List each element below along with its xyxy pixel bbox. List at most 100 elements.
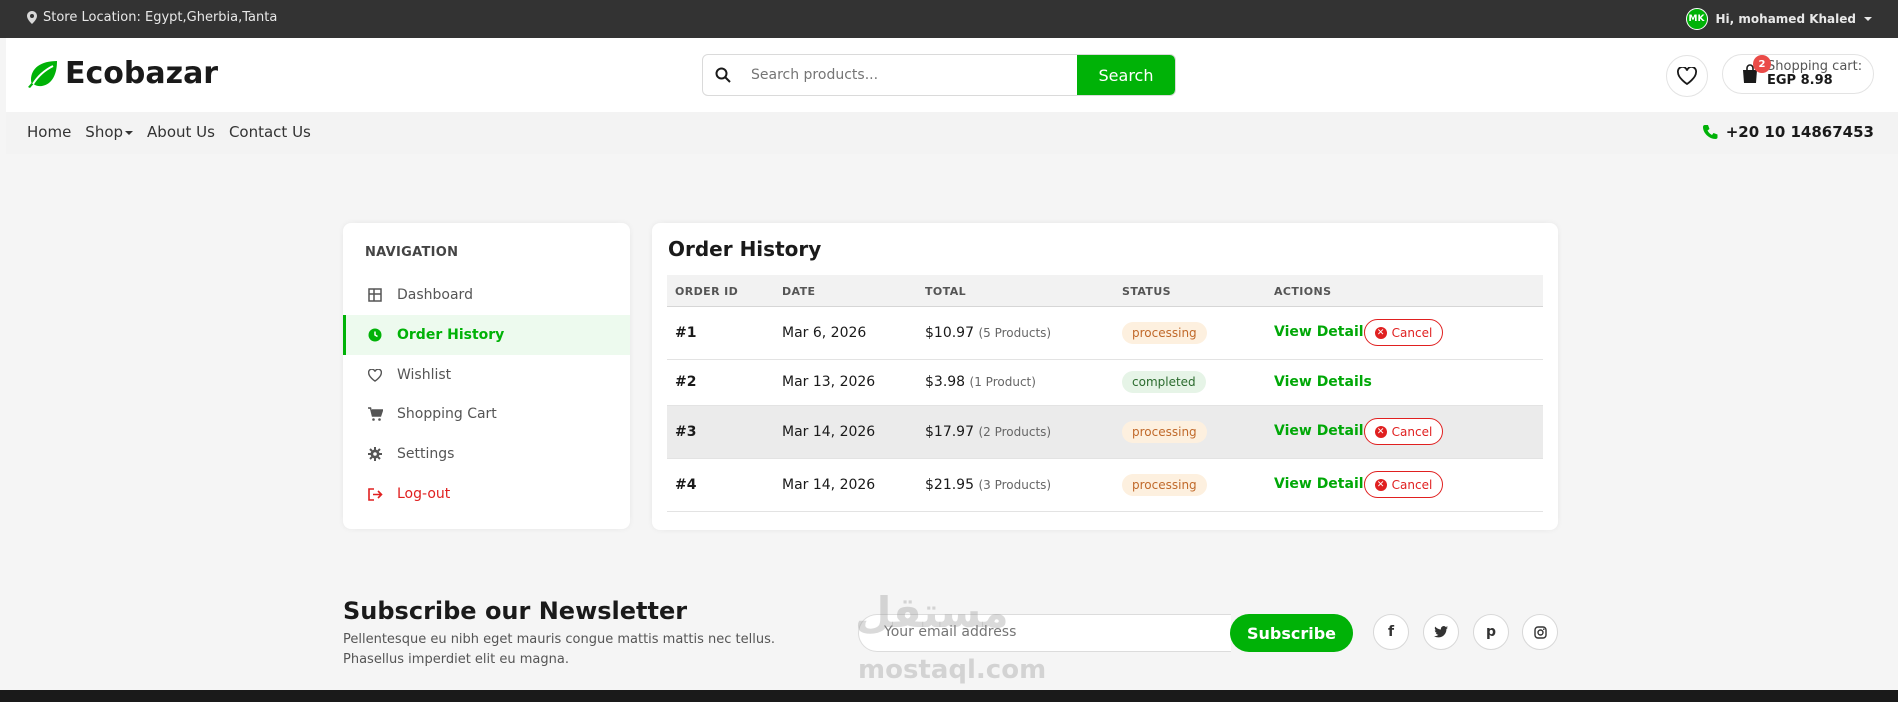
gear-icon xyxy=(367,447,383,461)
nav-shop-label: Shop xyxy=(85,123,124,141)
table-row: #4 Mar 14, 2026 $21.95 (3 Products) proc… xyxy=(667,459,1543,512)
sidebar-item-label: Settings xyxy=(397,446,455,462)
nav-shop[interactable]: Shop xyxy=(85,123,134,141)
brand-name: Ecobazar xyxy=(65,56,219,91)
cancel-label: Cancel xyxy=(1391,424,1433,439)
search-icon xyxy=(703,67,743,83)
store-location: Store Location: Egypt,Gherbia,Tanta xyxy=(27,10,277,25)
status-badge: processing xyxy=(1122,421,1207,443)
caret-down-icon xyxy=(125,130,134,135)
sidebar-item-label: Dashboard xyxy=(397,287,473,303)
search-bar: Search xyxy=(702,54,1176,96)
store-location-text: Store Location: Egypt,Gherbia,Tanta xyxy=(43,10,278,25)
sidebar-item-wishlist[interactable]: Wishlist xyxy=(343,355,630,395)
order-total: $17.97 (2 Products) xyxy=(925,424,1051,440)
avatar: MK xyxy=(1685,8,1708,30)
chevron-down-icon xyxy=(1864,17,1872,21)
top-bar: Store Location: Egypt,Gherbia,Tanta MK H… xyxy=(0,0,1898,38)
leaf-icon xyxy=(28,60,57,88)
sidebar-item-order-history[interactable]: Order History xyxy=(343,315,630,355)
cart-button[interactable]: 2 Shopping cart: EGP 8.98 xyxy=(1722,54,1874,94)
account-sidebar: NAVIGATION Dashboard Order History Wishl… xyxy=(343,223,630,529)
wishlist-button[interactable] xyxy=(1666,55,1708,97)
instagram-glyph-icon xyxy=(1533,625,1547,639)
order-date: Mar 13, 2026 xyxy=(782,374,876,390)
status-badge: processing xyxy=(1122,474,1207,496)
phone-number: +20 10 14867453 xyxy=(1725,123,1874,141)
sidebar-item-label: Shopping Cart xyxy=(397,406,497,422)
table-row: #3 Mar 14, 2026 $17.97 (2 Products) proc… xyxy=(667,406,1543,459)
pinterest-glyph: p xyxy=(1485,624,1497,640)
column-header: DATE xyxy=(782,285,816,298)
history-icon xyxy=(367,328,383,342)
column-header: ORDER ID xyxy=(675,285,739,298)
search-button[interactable]: Search xyxy=(1077,55,1175,95)
newsletter-title: Subscribe our Newsletter xyxy=(343,597,688,625)
order-total: $21.95 (3 Products) xyxy=(925,477,1051,493)
order-total-amount: $3.98 xyxy=(925,374,966,390)
site-header: Ecobazar Search 2 Shopping cart: EGP 8.9… xyxy=(6,38,1898,112)
logout-icon xyxy=(367,487,383,501)
view-details-link[interactable]: View Details xyxy=(1274,476,1372,492)
twitter-icon[interactable] xyxy=(1423,614,1459,650)
cancel-order-button[interactable]: ✕ Cancel xyxy=(1364,471,1443,498)
phone-contact[interactable]: +20 10 14867453 xyxy=(1702,123,1874,141)
cancel-label: Cancel xyxy=(1391,477,1433,492)
nav-contact[interactable]: Contact Us xyxy=(229,123,311,141)
nav-about[interactable]: About Us xyxy=(147,123,215,141)
order-total: $10.97 (5 Products) xyxy=(925,325,1051,341)
cancel-order-button[interactable]: ✕ Cancel xyxy=(1364,418,1443,445)
sidebar-item-label: Order History xyxy=(397,327,505,343)
watermark-arabic: مستقل xyxy=(855,588,1009,637)
view-details-link[interactable]: View Details xyxy=(1274,374,1372,390)
table-row: #2 Mar 13, 2026 $3.98 (1 Product) comple… xyxy=(667,360,1543,406)
watermark-domain: mostaql.com xyxy=(858,655,1047,685)
order-date: Mar 14, 2026 xyxy=(782,477,876,493)
sidebar-item-logout[interactable]: Log-out xyxy=(343,474,630,514)
order-product-count: (2 Products) xyxy=(978,425,1052,439)
order-product-count: (3 Products) xyxy=(978,478,1052,492)
status-badge: processing xyxy=(1122,322,1207,344)
view-details-link[interactable]: View Details xyxy=(1274,423,1372,439)
close-icon: ✕ xyxy=(1374,478,1387,491)
sidebar-item-shopping-cart[interactable]: Shopping Cart xyxy=(343,394,630,434)
subscribe-button[interactable]: Subscribe xyxy=(1230,614,1353,652)
facebook-icon[interactable]: f xyxy=(1373,614,1409,650)
column-header: ACTIONS xyxy=(1274,285,1332,298)
pinterest-icon[interactable]: p xyxy=(1473,614,1509,650)
cancel-label: Cancel xyxy=(1391,325,1433,340)
search-input[interactable] xyxy=(743,67,1077,83)
order-date: Mar 6, 2026 xyxy=(782,325,867,341)
brand-logo[interactable]: Ecobazar xyxy=(27,56,218,91)
instagram-icon[interactable] xyxy=(1522,614,1558,650)
cancel-order-button[interactable]: ✕ Cancel xyxy=(1364,319,1443,346)
order-total: $3.98 (1 Product) xyxy=(925,374,1036,390)
close-icon: ✕ xyxy=(1374,425,1387,438)
close-icon: ✕ xyxy=(1374,326,1387,339)
order-product-count: (5 Products) xyxy=(978,326,1052,340)
sidebar-title: NAVIGATION xyxy=(365,245,459,260)
order-date: Mar 14, 2026 xyxy=(782,424,876,440)
order-total-amount: $21.95 xyxy=(925,477,974,493)
order-id: #1 xyxy=(675,325,697,341)
sidebar-item-settings[interactable]: Settings xyxy=(343,434,630,474)
order-history-panel: Order History ORDER ID DATE TOTAL STATUS… xyxy=(652,223,1558,530)
sidebar-item-label: Log-out xyxy=(397,486,451,502)
cart-label: Shopping cart: xyxy=(1767,59,1863,74)
facebook-glyph: f xyxy=(1387,624,1395,640)
main-nav: Home Shop About Us Contact Us +20 10 148… xyxy=(6,112,1898,154)
order-id: #4 xyxy=(675,477,697,493)
twitter-bird-icon xyxy=(1434,626,1448,638)
nav-home[interactable]: Home xyxy=(27,123,71,141)
view-details-link[interactable]: View Details xyxy=(1274,324,1372,340)
cart-summary: Shopping cart: EGP 8.98 xyxy=(1767,60,1862,88)
user-menu[interactable]: MK Hi, mohamed Khaled xyxy=(1685,8,1872,30)
heart-icon xyxy=(1677,67,1697,85)
page-title: Order History xyxy=(668,237,822,261)
sidebar-item-dashboard[interactable]: Dashboard xyxy=(343,275,630,315)
order-total-amount: $17.97 xyxy=(925,424,974,440)
dashboard-icon xyxy=(367,288,383,302)
newsletter-description: Pellentesque eu nibh eget mauris congue … xyxy=(343,632,776,667)
order-id: #3 xyxy=(675,424,697,440)
cart-icon xyxy=(367,407,383,421)
